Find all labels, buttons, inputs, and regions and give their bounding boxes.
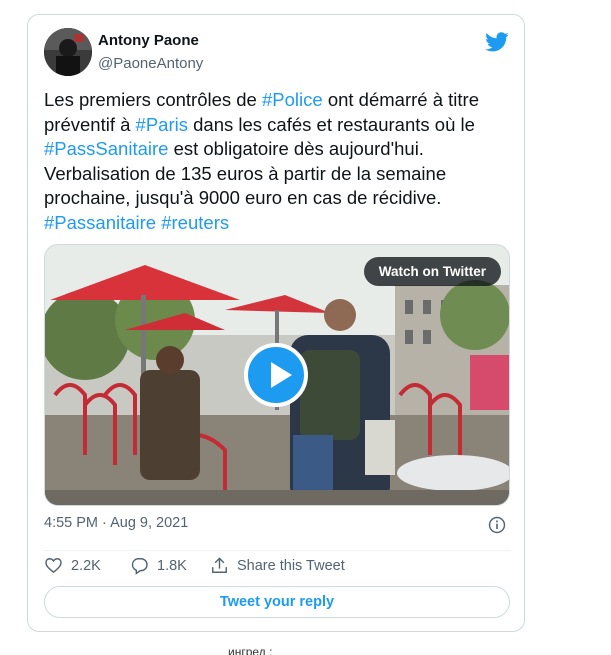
like-count: 2.2K [71,557,101,574]
hashtag-paris[interactable]: #Paris [136,114,188,135]
tweet-text: Les premiers contrôles de #Police ont dé… [44,88,510,235]
watch-on-twitter-button[interactable]: Watch on Twitter [363,257,501,286]
author-handle[interactable]: @PaoneAntony [98,55,203,72]
text-segment: Les premiers contrôles de [44,89,262,110]
info-icon[interactable] [488,516,506,534]
twitter-bird-icon[interactable] [485,30,509,54]
reply-action-button[interactable]: 1.8K [130,556,187,575]
tweet-timestamp[interactable]: 4:55 PM · Aug 9, 2021 [44,515,188,531]
hashtag-passsanitaire[interactable]: #PassSanitaire [44,138,168,159]
author-name[interactable]: Antony Paone [98,32,199,49]
heart-icon [45,558,62,574]
like-button[interactable]: 2.2K [44,556,101,575]
divider [44,550,510,551]
reply-count: 1.8K [157,557,187,574]
hashtag-police[interactable]: #Police [262,89,323,110]
text-segment: dans les cafés et restaurants où le [187,113,475,135]
tweet-your-reply-button[interactable]: Tweet your reply [44,586,510,618]
avatar[interactable] [44,28,92,76]
tweet-card: Antony Paone @PaoneAntony Les premiers c… [27,14,525,632]
speech-bubble-icon [131,558,148,575]
share-icon [212,557,227,573]
play-icon[interactable] [244,343,308,407]
hashtag-reuters[interactable]: #reuters [161,212,229,233]
hashtag-passanitaire[interactable]: #Passanitaire [44,212,156,233]
share-label: Share this Tweet [237,557,345,574]
truncated-text: ингред : [228,645,273,655]
share-button[interactable]: Share this Tweet [210,556,345,575]
video-thumbnail[interactable]: Watch on Twitter [44,244,510,506]
